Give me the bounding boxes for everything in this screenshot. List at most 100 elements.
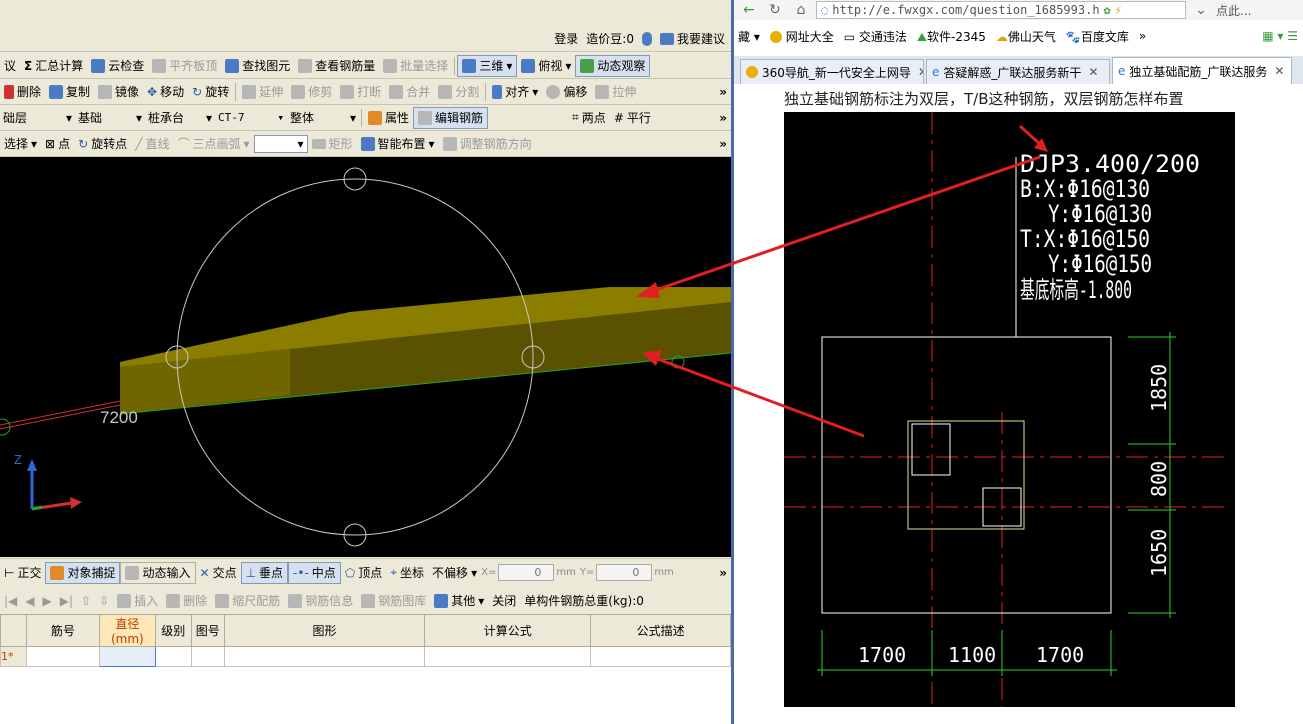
adjust-rebar-dir-button[interactable]: 调整钢筋方向	[439, 133, 536, 155]
view-3d-dropdown[interactable]: 三维 ▾	[457, 54, 518, 77]
nav-first-icon[interactable]: |◀	[0, 594, 21, 608]
element-select[interactable]: CT-7 ▾	[215, 109, 287, 127]
object-snap-toggle[interactable]: 对象捕捉	[45, 561, 121, 584]
break-button[interactable]: 打断	[336, 81, 385, 103]
col-header[interactable]: 级别	[154, 614, 192, 647]
table-cell[interactable]	[223, 646, 426, 667]
overflow-chevron-icon[interactable]: »	[719, 111, 727, 125]
y-input[interactable]: 0	[596, 564, 653, 581]
x-input[interactable]: 0	[498, 564, 555, 581]
cloud-check-button[interactable]: 云检查	[87, 55, 148, 77]
trim-button[interactable]: 修剪	[287, 81, 336, 103]
two-points-button[interactable]: ⌗ 两点	[568, 107, 610, 129]
summary-calc-button[interactable]: Σ 汇总计算	[20, 55, 87, 77]
rect-button[interactable]: 矩形	[308, 133, 357, 155]
ortho-toggle[interactable]: ⊢ 正交	[0, 562, 45, 584]
overflow-chevron-icon[interactable]: »	[719, 85, 727, 99]
move-up-icon[interactable]: ⇧	[77, 594, 95, 608]
offset-mode-select[interactable]: 不偏移 ▾	[428, 562, 481, 584]
vertex-snap[interactable]: ⬠ 顶点	[341, 562, 386, 584]
drawing-canvas[interactable]: 7200 Z	[0, 157, 731, 557]
three-point-arc-button[interactable]: ⌒ 三点画弧 ▾	[173, 133, 253, 155]
dropdown-chevron-icon[interactable]: ⌄	[1190, 1, 1212, 19]
properties-button[interactable]: 属性	[364, 107, 413, 129]
delete-button[interactable]: 删除	[0, 81, 45, 103]
move-button[interactable]: ✥ 移动	[143, 81, 188, 103]
bookmark-item[interactable]: ▭ 交通违法	[844, 28, 907, 45]
bookmark-item[interactable]: 网址大全	[769, 28, 834, 45]
edit-rebar-button[interactable]: 编辑钢筋	[413, 106, 489, 129]
stretch-button[interactable]: 拉伸	[591, 81, 640, 103]
offset-button[interactable]: 偏移	[542, 81, 591, 103]
table-cell[interactable]	[424, 646, 592, 667]
rotate-point-button[interactable]: ↻ 旋转点	[74, 133, 131, 155]
smart-layout-dropdown[interactable]: 智能布置 ▾	[357, 133, 439, 155]
dynamic-observe-button[interactable]: 动态观察	[575, 54, 651, 77]
suggest-button[interactable]: 我要建议	[659, 30, 725, 47]
bookmark-item[interactable]: ☁佛山天气	[996, 28, 1056, 45]
favorites-menu[interactable]: 藏 ▾	[738, 28, 760, 45]
batch-select-button[interactable]: 批量选择	[379, 55, 452, 77]
mirror-button[interactable]: 镜像	[94, 81, 143, 103]
bell-icon[interactable]	[641, 31, 652, 46]
rebar-library-button[interactable]: 钢筋图库	[357, 592, 430, 609]
view-rebar-qty-button[interactable]: 查看钢筋量	[294, 55, 379, 77]
align-slab-top-button[interactable]: 平齐板顶	[148, 55, 221, 77]
parallel-button[interactable]: # 平行	[610, 107, 655, 129]
insert-button[interactable]: 插入	[113, 592, 162, 609]
login-link[interactable]: 登录	[554, 30, 578, 47]
apps-icon[interactable]: ▦ ▾ ☰	[1262, 29, 1298, 43]
extend-button[interactable]: 延伸	[238, 81, 287, 103]
back-arrow-icon[interactable]: ←	[738, 1, 760, 19]
more-bookmarks-icon[interactable]: »	[1139, 29, 1146, 43]
move-down-icon[interactable]: ⇩	[95, 594, 113, 608]
layer-select[interactable]: 础层 ▾	[0, 109, 75, 127]
other-dropdown[interactable]: 其他 ▾	[430, 592, 488, 609]
col-header[interactable]: 直径(mm)	[98, 614, 156, 647]
tab-rebar[interactable]: e 独立基础配筋_广联达服务 ✕	[1112, 57, 1292, 84]
rebar-info-button[interactable]: 钢筋信息	[284, 592, 357, 609]
close-icon[interactable]: ✕	[918, 65, 923, 79]
nav-next-icon[interactable]: ▶	[39, 594, 56, 608]
close-icon[interactable]: ✕	[1088, 65, 1098, 79]
table-cell[interactable]	[190, 646, 225, 667]
tab-faq[interactable]: e 答疑解惑_广联达服务新干 ✕	[926, 59, 1110, 84]
home-icon[interactable]: ⌂	[790, 1, 812, 19]
bookmark-item[interactable]: ⛰软件-2345	[917, 28, 986, 45]
copy-button[interactable]: 复制	[45, 81, 94, 103]
overflow-chevron-icon[interactable]: »	[719, 566, 727, 580]
table-cell[interactable]	[590, 646, 731, 667]
intersection-snap[interactable]: ✕ 交点	[196, 562, 241, 584]
delete-row-button[interactable]: 删除	[162, 592, 211, 609]
nav-last-icon[interactable]: ▶|	[56, 594, 77, 608]
table-cell[interactable]	[25, 646, 100, 667]
select-dropdown[interactable]: 选择 ▾	[0, 133, 41, 155]
line-button[interactable]: ╱ 直线	[131, 133, 173, 155]
col-header[interactable]: 图号	[190, 614, 225, 647]
midpoint-snap[interactable]: -•- 中点	[288, 561, 341, 584]
table-cell[interactable]	[154, 646, 192, 667]
rotate-button[interactable]: ↻ 旋转	[188, 81, 233, 103]
category-select[interactable]: 基础 ▾	[75, 109, 145, 127]
nav-prev-icon[interactable]: ◀	[21, 594, 38, 608]
table-cell[interactable]	[98, 646, 156, 667]
toolbar-item-define[interactable]: 议	[0, 55, 20, 77]
table-row[interactable]: 1*	[0, 646, 731, 667]
merge-button[interactable]: 合并	[385, 81, 434, 103]
close-icon[interactable]: ✕	[1274, 64, 1284, 78]
find-element-button[interactable]: 查找图元	[221, 55, 294, 77]
col-header[interactable]: 公式描述	[590, 614, 731, 647]
scope-select[interactable]: 整体 ▾	[287, 109, 359, 127]
type-select[interactable]: 桩承台 ▾	[145, 109, 215, 127]
col-header[interactable]: 计算公式	[424, 614, 592, 647]
arc-option-select[interactable]: ▾	[253, 134, 308, 153]
col-header[interactable]: 图形	[223, 614, 426, 647]
url-input[interactable]: ◌ http://e.fwxgx.com/question_1685993.h …	[816, 1, 1186, 19]
align-dropdown[interactable]: 对齐 ▾	[488, 81, 542, 103]
tab-360[interactable]: 360导航_新一代安全上网导 ✕	[740, 59, 924, 84]
overflow-chevron-icon[interactable]: »	[719, 137, 727, 151]
refresh-icon[interactable]: ↻	[764, 1, 786, 19]
point-button[interactable]: ⊠ 点	[41, 133, 74, 155]
coordinate-snap[interactable]: ⌖ 坐标	[386, 562, 428, 584]
dynamic-input-toggle[interactable]: 动态输入	[120, 561, 196, 584]
